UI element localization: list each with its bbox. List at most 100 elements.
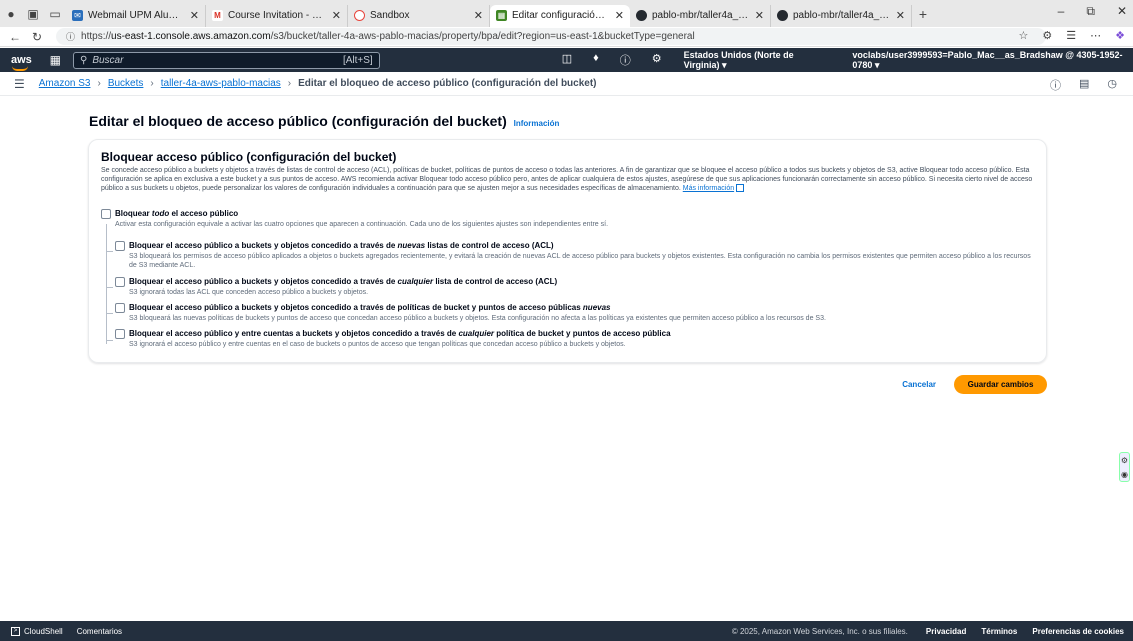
- profile-icon[interactable]: ●: [0, 0, 22, 27]
- panel-title: Bloquear acceso público (configuración d…: [101, 150, 397, 164]
- chat-icon[interactable]: ◉: [1121, 470, 1128, 479]
- cloudshell-label: CloudShell: [24, 626, 63, 636]
- block-any-acl-checkbox[interactable]: [115, 277, 125, 287]
- tab-actions-icon[interactable]: ▭: [44, 0, 66, 27]
- page-title-text: Editar el bloqueo de acceso público (con…: [89, 113, 507, 129]
- breadcrumb-bucket-name[interactable]: taller-4a-aws-pablo-macias: [161, 78, 281, 89]
- upm-mail-icon: ✉: [72, 10, 83, 21]
- breadcrumb-amazon-s3[interactable]: Amazon S3: [39, 78, 91, 89]
- browser-tab[interactable]: M Course Invitation - pablomacias@ ✕: [206, 4, 348, 27]
- extensions-icon[interactable]: ⚙: [1042, 29, 1052, 42]
- search-placeholder: Buscar: [92, 54, 124, 66]
- browser-tab[interactable]: pablo-mbr/taller4a_next ✕: [771, 4, 912, 27]
- block-public-access-panel: Bloquear acceso público (configuración d…: [88, 139, 1047, 363]
- close-icon[interactable]: ✕: [474, 9, 483, 22]
- info-link[interactable]: Información: [514, 119, 560, 128]
- minimize-icon[interactable]: –: [1058, 4, 1065, 19]
- gear-icon[interactable]: ⚙: [1121, 456, 1128, 465]
- console-footer: > CloudShell Comentarios © 2025, Amazon …: [0, 621, 1133, 641]
- tab-title: pablo-mbr/taller4a_next: [652, 10, 749, 21]
- new-tab-button[interactable]: +: [912, 0, 934, 27]
- more-icon[interactable]: ⋯: [1090, 29, 1101, 42]
- hamburger-menu-icon[interactable]: ☰: [14, 77, 25, 91]
- tree-branch: [106, 340, 113, 341]
- block-all-checkbox[interactable]: [101, 209, 111, 219]
- help-icon[interactable]: ⓘ: [620, 52, 631, 68]
- account-menu[interactable]: voclabs/user3999593=Pablo_Mac__as_Bradsh…: [852, 50, 1133, 71]
- close-icon[interactable]: ✕: [896, 9, 905, 22]
- feedback-link[interactable]: Comentarios: [77, 627, 122, 636]
- close-icon[interactable]: ✕: [615, 9, 624, 22]
- services-grid-icon[interactable]: ▦: [50, 53, 61, 67]
- browser-tab-active[interactable]: ▦ Editar configuración de bloqueo d ✕: [490, 4, 630, 27]
- cookie-preferences-link[interactable]: Preferencias de cookies: [1032, 627, 1124, 636]
- chevron-right-icon: ›: [97, 78, 101, 89]
- browser-tab[interactable]: ✉ Webmail UPM Alumnos :: Entrada ✕: [66, 4, 206, 27]
- utility-icons: ⓘ ▤ ◷: [1050, 77, 1117, 93]
- aws-logo[interactable]: aws: [11, 54, 34, 71]
- block-new-policies-description: S3 bloqueará las nuevas políticas de buc…: [129, 315, 826, 322]
- url-field[interactable]: ⓘ https://us-east-1.console.aws.amazon.c…: [56, 28, 1046, 45]
- block-any-acl-description: S3 ignorará todas las ACL que conceden a…: [129, 289, 369, 296]
- recent-history-icon[interactable]: ◷: [1107, 77, 1117, 93]
- region-selector[interactable]: Estados Unidos (Norte de Virginia) ▾: [684, 50, 831, 71]
- cloudshell-icon[interactable]: ◫: [562, 52, 572, 68]
- settings-gear-icon[interactable]: ⚙: [652, 52, 662, 68]
- browser-tab-strip: ● ▣ ▭ ✉ Webmail UPM Alumnos :: Entrada ✕…: [0, 0, 1133, 27]
- copilot-icon[interactable]: ❖: [1115, 29, 1125, 42]
- sandbox-icon: [354, 10, 365, 21]
- search-input[interactable]: ⚲ Buscar [Alt+S]: [73, 51, 380, 69]
- tree-branch: [106, 251, 113, 252]
- favorites-icon[interactable]: ☰: [1066, 29, 1076, 42]
- side-widget: ⚙ ◉: [1119, 452, 1130, 482]
- back-icon[interactable]: ←: [4, 30, 26, 44]
- browser-tab[interactable]: Sandbox ✕: [348, 4, 490, 27]
- block-any-policies-description: S3 ignorará el acceso público y entre cu…: [129, 341, 626, 348]
- url-path: /s3/bucket/taller-4a-aws-pablo-macias/pr…: [270, 31, 695, 42]
- more-info-link[interactable]: Más información: [683, 185, 734, 192]
- search-icon: ⚲: [80, 54, 88, 66]
- breadcrumb-buckets[interactable]: Buckets: [108, 78, 144, 89]
- restore-icon[interactable]: ⧉: [1086, 4, 1095, 19]
- nav-icons: ◫ ♦ ⓘ ⚙: [562, 52, 662, 68]
- aws-s3-icon: ▦: [496, 10, 507, 21]
- breadcrumb: Amazon S3 › Buckets › taller-4a-aws-pabl…: [39, 78, 597, 89]
- tab-title: pablo-mbr/taller4a_next: [793, 10, 890, 21]
- save-changes-button[interactable]: Guardar cambios: [954, 375, 1047, 394]
- tree-branch: [106, 287, 113, 288]
- breadcrumb-current: Editar el bloqueo de acceso público (con…: [298, 78, 597, 89]
- browser-tab[interactable]: pablo-mbr/taller4a_next ✕: [630, 4, 771, 27]
- terms-link[interactable]: Términos: [981, 627, 1017, 636]
- cancel-button[interactable]: Cancelar: [900, 375, 938, 394]
- notifications-bell-icon[interactable]: ♦: [593, 52, 599, 68]
- block-new-acl-checkbox[interactable]: [115, 241, 125, 251]
- tree-branch: [106, 313, 113, 314]
- footer-links: © 2025, Amazon Web Services, Inc. o sus …: [732, 627, 1124, 636]
- close-window-icon[interactable]: ✕: [1117, 4, 1127, 19]
- chevron-right-icon: ›: [287, 78, 292, 89]
- address-bar: ← ↻ ⓘ https://us-east-1.console.aws.amaz…: [0, 27, 1133, 47]
- close-icon[interactable]: ✕: [332, 9, 341, 22]
- breadcrumb-bar: ☰ Amazon S3 › Buckets › taller-4a-aws-pa…: [0, 72, 1133, 96]
- gmail-icon: M: [212, 10, 223, 21]
- page-title: Editar el bloqueo de acceso público (con…: [89, 113, 559, 129]
- chevron-right-icon: ›: [150, 78, 154, 89]
- block-new-acl-label: Bloquear el acceso público a buckets y o…: [129, 241, 554, 250]
- block-any-policies-checkbox[interactable]: [115, 329, 125, 339]
- cloudshell-button[interactable]: > CloudShell: [11, 626, 63, 636]
- github-icon: [636, 10, 647, 21]
- reload-icon[interactable]: ↻: [26, 30, 48, 44]
- favorite-star-icon[interactable]: ☆: [1019, 29, 1029, 42]
- block-all-description: Activar esta configuración equivale a ac…: [115, 221, 609, 228]
- workspaces-icon[interactable]: ▣: [22, 0, 44, 27]
- block-any-policies-label: Bloquear el acceso público y entre cuent…: [129, 329, 671, 338]
- block-new-policies-checkbox[interactable]: [115, 303, 125, 313]
- close-icon[interactable]: ✕: [755, 9, 764, 22]
- close-icon[interactable]: ✕: [190, 9, 199, 22]
- split-panel-icon[interactable]: ▤: [1079, 77, 1089, 93]
- privacy-link[interactable]: Privacidad: [926, 627, 966, 636]
- info-panel-icon[interactable]: ⓘ: [1050, 77, 1061, 93]
- site-info-icon[interactable]: ⓘ: [66, 30, 75, 43]
- external-link-icon: [736, 184, 745, 193]
- window-controls: – ⧉ ✕: [1058, 4, 1127, 19]
